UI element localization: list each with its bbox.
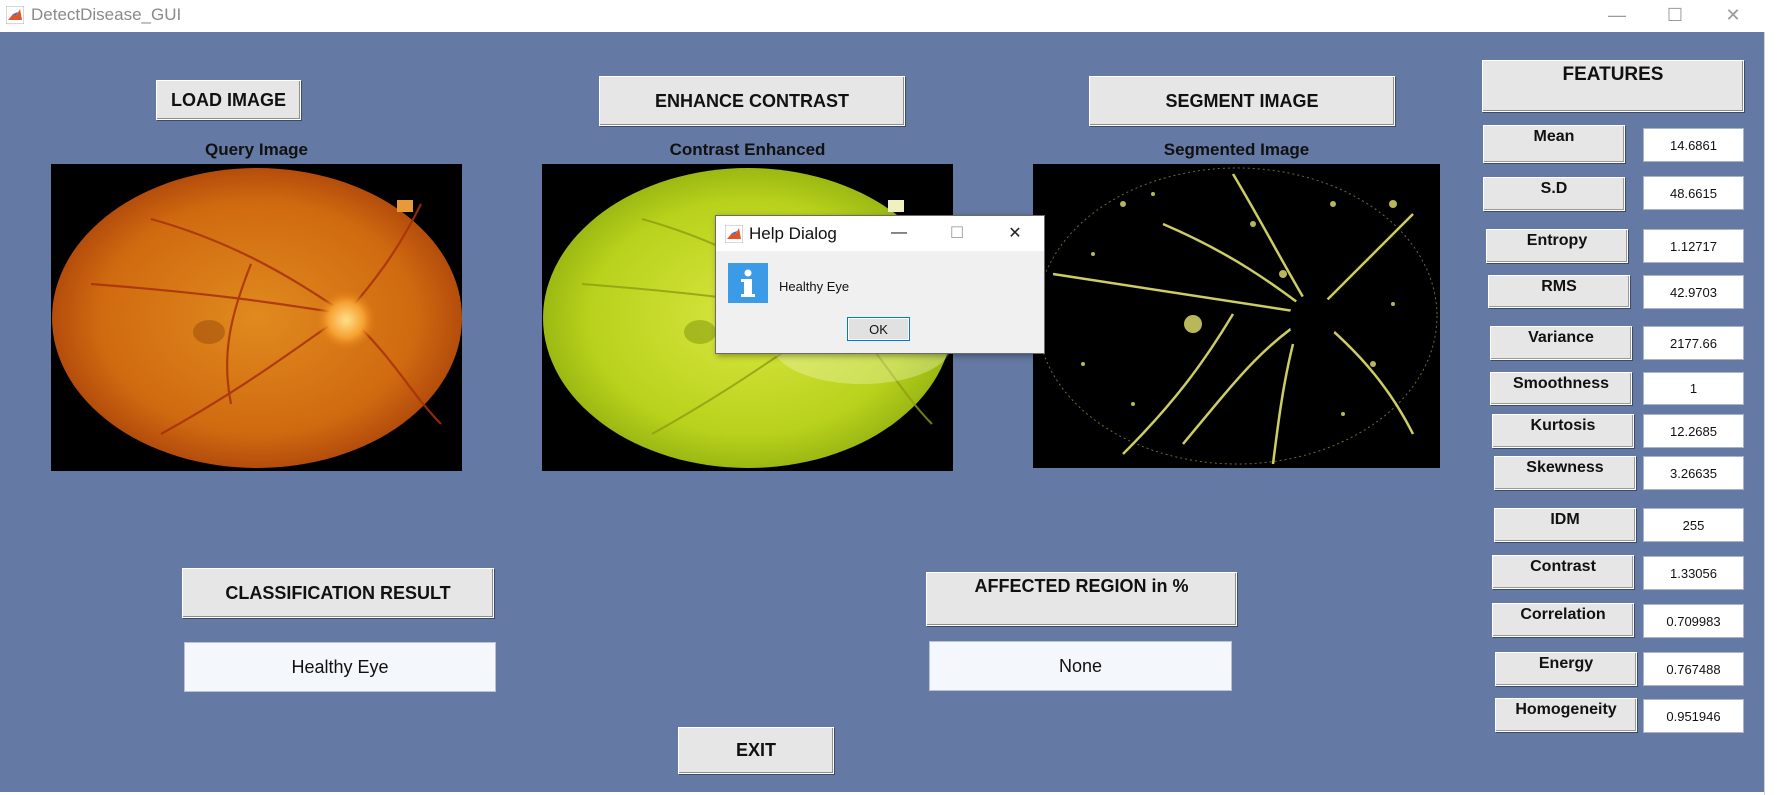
segmented-image-label: Segmented Image [1163, 140, 1310, 159]
affected-region-button[interactable]: AFFECTED REGION in % [926, 572, 1237, 626]
window-titlebar: DetectDisease_GUI — ☐ ✕ [0, 0, 1778, 32]
maximize-button[interactable]: ☐ [1646, 0, 1704, 30]
help-dialog: Help Dialog — ☐ ✕ Healthy Eye OK [715, 215, 1045, 354]
exit-button[interactable]: EXIT [678, 727, 834, 774]
feature-label-homogeneity: Homogeneity [1495, 698, 1637, 732]
dialog-ok-button[interactable]: OK [847, 317, 910, 341]
feature-value-kurtosis[interactable]: 12.2685 [1643, 414, 1744, 448]
minimize-button[interactable]: — [1588, 0, 1646, 30]
feature-value-idm[interactable]: 255 [1643, 508, 1744, 542]
feature-value-mean[interactable]: 14.6861 [1643, 128, 1744, 162]
dialog-title: Help Dialog [749, 224, 837, 243]
enhance-contrast-button[interactable]: ENHANCE CONTRAST [599, 76, 905, 126]
dialog-minimize-button[interactable]: — [879, 220, 919, 246]
matlab-icon [6, 6, 24, 24]
feature-label-correlation: Correlation [1492, 603, 1634, 637]
query-image [51, 164, 462, 471]
feature-value-entropy[interactable]: 1.12717 [1643, 229, 1744, 263]
contrast-enhanced-label: Contrast Enhanced [669, 140, 826, 159]
feature-label-idm: IDM [1494, 508, 1636, 542]
matlab-icon [725, 225, 743, 243]
feature-value-skewness[interactable]: 3.26635 [1643, 456, 1744, 490]
window-border [1764, 32, 1778, 795]
feature-value-rms[interactable]: 42.9703 [1643, 275, 1744, 309]
feature-label-skewness: Skewness [1494, 456, 1636, 490]
affected-region-field: None [929, 641, 1232, 691]
minimize-icon: — [1608, 4, 1626, 25]
feature-label-variance: Variance [1490, 326, 1632, 360]
feature-value-correlation[interactable]: 0.709983 [1643, 604, 1744, 638]
dialog-message: Healthy Eye [779, 279, 850, 294]
dialog-titlebar: Help Dialog — ☐ ✕ [716, 216, 1044, 251]
close-icon: ✕ [1008, 225, 1022, 242]
feature-label-sd: S.D [1483, 177, 1625, 211]
feature-label-contrast: Contrast [1492, 555, 1634, 589]
features-header: FEATURES [1482, 60, 1744, 112]
load-image-button[interactable]: LOAD IMAGE [156, 80, 301, 120]
query-image-label: Query Image [205, 140, 308, 159]
feature-value-energy[interactable]: 0.767488 [1643, 652, 1744, 686]
window-title: DetectDisease_GUI [31, 5, 182, 24]
dialog-close-button[interactable]: ✕ [995, 220, 1035, 246]
feature-label-kurtosis: Kurtosis [1492, 414, 1634, 448]
dialog-maximize-button: ☐ [937, 220, 977, 246]
feature-label-smoothness: Smoothness [1490, 372, 1632, 405]
segmented-image [1033, 164, 1440, 468]
feature-label-energy: Energy [1495, 652, 1637, 686]
maximize-icon: ☐ [949, 225, 965, 242]
minimize-icon: — [891, 224, 907, 241]
feature-value-smoothness[interactable]: 1 [1643, 372, 1744, 405]
classification-result-button[interactable]: CLASSIFICATION RESULT [182, 568, 494, 618]
close-icon: ✕ [1725, 4, 1741, 25]
classification-result-field: Healthy Eye [184, 642, 496, 692]
feature-value-homogeneity[interactable]: 0.951946 [1643, 699, 1744, 733]
segment-image-button[interactable]: SEGMENT IMAGE [1089, 76, 1395, 126]
feature-value-sd[interactable]: 48.6615 [1643, 176, 1744, 210]
feature-label-rms: RMS [1488, 275, 1630, 308]
info-icon [728, 263, 768, 303]
feature-label-mean: Mean [1483, 125, 1625, 163]
maximize-icon: ☐ [1666, 4, 1684, 25]
close-button[interactable]: ✕ [1704, 0, 1762, 30]
feature-value-contrast[interactable]: 1.33056 [1643, 556, 1744, 590]
feature-label-entropy: Entropy [1486, 229, 1628, 263]
feature-value-variance[interactable]: 2177.66 [1643, 326, 1744, 360]
